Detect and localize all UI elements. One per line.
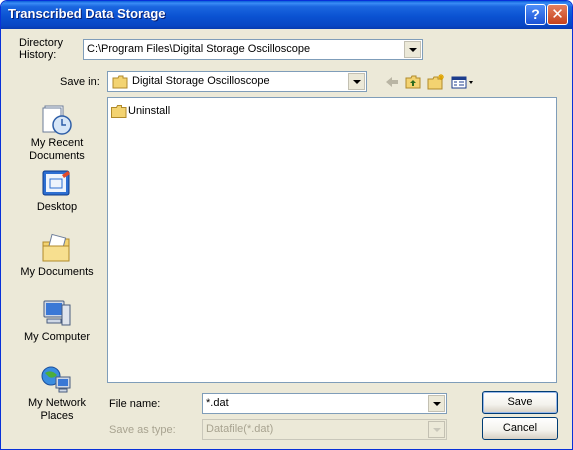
views-menu-icon[interactable] xyxy=(450,73,476,91)
file-save-dialog: Transcribed Data Storage ? ✕ Directory H… xyxy=(0,0,573,450)
close-button[interactable]: ✕ xyxy=(547,4,568,25)
recent-documents-icon xyxy=(40,103,74,137)
place-label: My Documents xyxy=(20,266,94,278)
file-name-input[interactable]: *.dat xyxy=(202,393,447,414)
directory-history-dropdown-icon[interactable] xyxy=(404,41,421,58)
folder-icon xyxy=(111,105,127,118)
place-label: My Network Places xyxy=(27,397,87,422)
my-documents-icon xyxy=(40,232,74,266)
folder-icon xyxy=(112,75,128,92)
new-folder-icon[interactable] xyxy=(427,73,445,91)
save-in-value: Digital Storage Oscilloscope xyxy=(132,75,270,87)
directory-history-combo[interactable]: C:\Program Files\Digital Storage Oscillo… xyxy=(83,39,423,60)
help-button[interactable]: ? xyxy=(525,4,546,25)
file-name-label: File name: xyxy=(109,398,161,410)
help-icon: ? xyxy=(531,6,540,22)
place-my-network-places[interactable]: My Network Places xyxy=(13,363,101,423)
my-computer-icon xyxy=(40,297,74,331)
place-my-recent-documents[interactable]: My Recent Documents xyxy=(13,103,101,163)
file-name-label: Uninstall xyxy=(128,105,171,117)
window-title: Transcribed Data Storage xyxy=(8,6,166,21)
file-list[interactable]: Uninstall xyxy=(107,97,557,383)
place-label: Desktop xyxy=(36,201,78,213)
desktop-icon xyxy=(40,167,74,201)
cancel-button[interactable]: Cancel xyxy=(482,417,558,440)
save-button[interactable]: Save xyxy=(482,391,558,414)
save-as-type-value: Datafile(*.dat) xyxy=(206,423,274,435)
place-label: My Recent Documents xyxy=(29,137,85,162)
up-folder-icon[interactable] xyxy=(404,73,422,91)
file-name-dropdown-icon[interactable] xyxy=(428,395,445,412)
title-bar[interactable]: Transcribed Data Storage ? ✕ xyxy=(1,1,572,29)
file-name-value: *.dat xyxy=(206,397,229,409)
save-as-type-select[interactable]: Datafile(*.dat) xyxy=(202,419,447,440)
save-as-type-label: Save as type: xyxy=(109,424,176,436)
place-desktop[interactable]: Desktop xyxy=(13,167,101,214)
network-places-icon xyxy=(40,363,74,397)
save-as-type-dropdown-icon[interactable] xyxy=(428,421,445,438)
save-in-label: Save in: xyxy=(60,76,100,88)
save-in-combo[interactable]: Digital Storage Oscilloscope xyxy=(107,71,367,92)
directory-history-label: Directory History: xyxy=(19,37,64,61)
place-label: My Computer xyxy=(23,331,91,343)
save-in-dropdown-icon[interactable] xyxy=(348,73,365,90)
back-arrow-icon[interactable] xyxy=(383,73,401,91)
directory-history-value: C:\Program Files\Digital Storage Oscillo… xyxy=(87,43,311,55)
places-bar: My Recent Documents Desktop My Documents… xyxy=(13,97,101,437)
close-icon: ✕ xyxy=(551,6,564,23)
place-my-documents[interactable]: My Documents xyxy=(13,232,101,279)
place-my-computer[interactable]: My Computer xyxy=(13,297,101,344)
